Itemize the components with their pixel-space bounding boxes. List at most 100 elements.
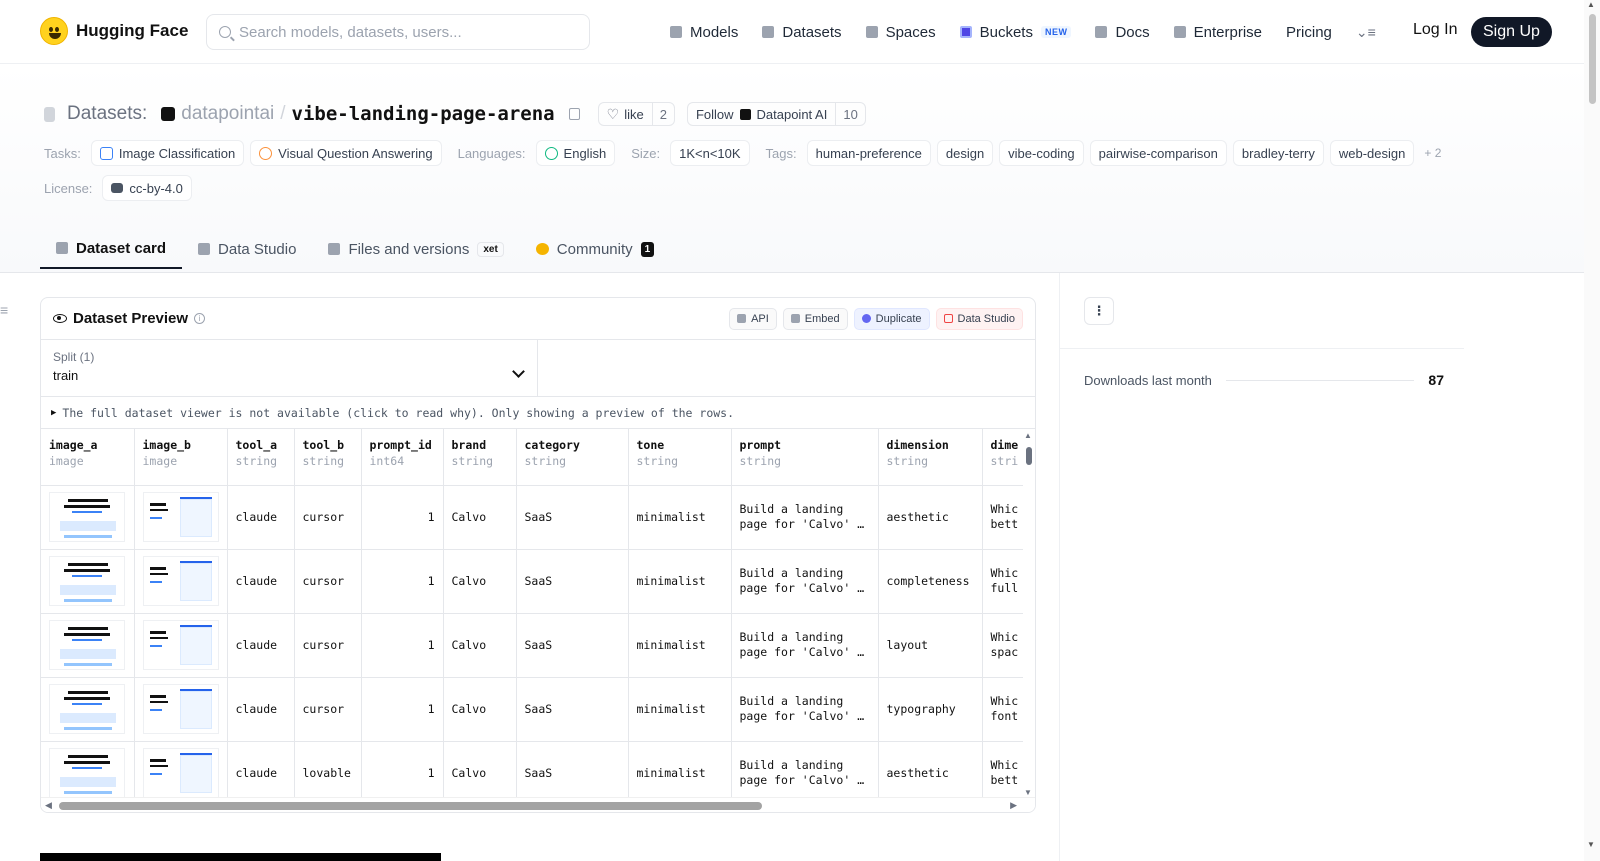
nav-buckets-link[interactable]: Buckets NEW bbox=[959, 20, 1072, 44]
table-row[interactable]: claude cursor 1 Calvo SaaS minimalist Build a … bbox=[41, 485, 1031, 550]
tag-vibe-coding[interactable]: vibe-coding bbox=[999, 140, 1084, 166]
follow-button[interactable]: Follow Datapoint AI 10 bbox=[686, 102, 866, 126]
cell-tone[interactable]: minimalist bbox=[628, 677, 732, 742]
column-header[interactable]: image_a image bbox=[41, 429, 135, 486]
more-options-button[interactable]: ⋮ bbox=[1084, 297, 1114, 325]
nav-pricing-link[interactable]: Pricing bbox=[1286, 20, 1332, 44]
cell-dimension[interactable]: layout bbox=[878, 613, 983, 678]
landing-page-thumbnail[interactable] bbox=[49, 748, 125, 798]
cell-tool-b[interactable]: lovable bbox=[294, 741, 362, 806]
table-horizontal-scrollbar[interactable]: ◀ ▶ bbox=[41, 797, 1035, 812]
cell-tool-a[interactable]: claude bbox=[227, 677, 295, 742]
cell-tool-a[interactable]: claude bbox=[227, 485, 295, 550]
cell-brand[interactable]: Calvo bbox=[443, 677, 517, 742]
column-header[interactable]: dimension string bbox=[878, 429, 983, 486]
cell-tool-b[interactable]: cursor bbox=[294, 613, 362, 678]
cell-category[interactable]: SaaS bbox=[516, 677, 629, 742]
cell-brand[interactable]: Calvo bbox=[443, 485, 517, 550]
tag-bradley-terry[interactable]: bradley-terry bbox=[1232, 140, 1324, 166]
api-button[interactable]: API bbox=[729, 307, 777, 330]
cell-brand[interactable]: Calvo bbox=[443, 549, 517, 614]
signup-button[interactable]: Sign Up bbox=[1471, 17, 1552, 47]
cell-prompt-id[interactable]: 1 bbox=[361, 677, 444, 742]
image-cell[interactable] bbox=[41, 677, 135, 742]
cell-brand[interactable]: Calvo bbox=[443, 613, 517, 678]
cell-tool-b[interactable]: cursor bbox=[294, 485, 362, 550]
info-icon[interactable]: i bbox=[194, 313, 206, 324]
image-cell[interactable] bbox=[41, 741, 135, 806]
like-count[interactable]: 2 bbox=[653, 107, 674, 122]
data-studio-button[interactable]: Data Studio bbox=[935, 307, 1023, 330]
search-input[interactable] bbox=[239, 23, 569, 41]
license-tag[interactable]: cc-by-4.0 bbox=[102, 175, 192, 201]
preview-table-container[interactable]: image_a image image_b image tool_a string tool… bbox=[41, 429, 1035, 812]
embed-button[interactable]: Embed bbox=[782, 307, 848, 330]
tab-community[interactable]: Community 1 bbox=[520, 229, 670, 269]
cell-dimension[interactable]: completeness bbox=[878, 549, 983, 614]
column-header[interactable]: tone string bbox=[628, 429, 732, 486]
cell-prompt[interactable]: Build a landing page for 'Calvo' … bbox=[731, 677, 879, 742]
nav-models-link[interactable]: Models bbox=[670, 20, 738, 44]
size-tag[interactable]: 1K<n<10K bbox=[670, 140, 750, 166]
repo-name-link[interactable]: vibe-landing-page-arena bbox=[292, 103, 555, 125]
follower-count[interactable]: 10 bbox=[836, 107, 864, 122]
cell-category[interactable]: SaaS bbox=[516, 485, 629, 550]
cell-tool-b[interactable]: cursor bbox=[294, 677, 362, 742]
landing-page-thumbnail[interactable] bbox=[49, 620, 125, 670]
column-header[interactable]: prompt string bbox=[731, 429, 879, 486]
image-cell[interactable] bbox=[134, 741, 228, 806]
column-header[interactable]: prompt_id int64 bbox=[361, 429, 444, 486]
nav-docs-link[interactable]: Docs bbox=[1095, 20, 1150, 44]
search-box[interactable] bbox=[206, 14, 590, 50]
landing-page-thumbnail[interactable] bbox=[142, 492, 219, 542]
table-row[interactable]: claude cursor 1 Calvo SaaS minimalist Build a … bbox=[41, 549, 1031, 614]
table-vertical-scrollbar[interactable]: ▲ ▼ bbox=[1023, 429, 1035, 797]
column-header[interactable]: tool_a string bbox=[227, 429, 295, 486]
image-cell[interactable] bbox=[41, 485, 135, 550]
tab-dataset-card[interactable]: Dataset card bbox=[40, 229, 183, 269]
cell-dimension[interactable]: aesthetic bbox=[878, 741, 983, 806]
cell-prompt[interactable]: Build a landing page for 'Calvo' … bbox=[731, 549, 879, 614]
duplicate-button[interactable]: Duplicate bbox=[853, 307, 930, 330]
image-cell[interactable] bbox=[41, 613, 135, 678]
column-header[interactable]: tool_b string bbox=[294, 429, 362, 486]
image-cell[interactable] bbox=[134, 677, 228, 742]
cell-prompt[interactable]: Build a landing page for 'Calvo' … bbox=[731, 485, 879, 550]
cell-prompt[interactable]: Build a landing page for 'Calvo' … bbox=[731, 741, 879, 806]
task-tag-image-classification[interactable]: Image Classification bbox=[90, 140, 245, 166]
cell-prompt-id[interactable]: 1 bbox=[361, 549, 444, 614]
nav-spaces-link[interactable]: Spaces bbox=[865, 20, 936, 44]
image-cell[interactable] bbox=[134, 613, 228, 678]
nav-enterprise-link[interactable]: Enterprise bbox=[1173, 20, 1262, 44]
image-cell[interactable] bbox=[41, 549, 135, 614]
cell-category[interactable]: SaaS bbox=[516, 741, 629, 806]
landing-page-thumbnail[interactable] bbox=[142, 684, 219, 734]
sidebar-toggle-icon[interactable]: ≡ bbox=[0, 302, 8, 318]
tag-pairwise-comparison[interactable]: pairwise-comparison bbox=[1089, 140, 1227, 166]
tag-web-design[interactable]: web-design bbox=[1329, 140, 1415, 166]
task-tag-vqa[interactable]: Visual Question Answering bbox=[250, 140, 442, 166]
column-header[interactable]: image_b image bbox=[134, 429, 228, 486]
brand-logo-link[interactable]: Hugging Face bbox=[40, 17, 188, 45]
cell-dimension[interactable]: typography bbox=[878, 677, 983, 742]
page-scrollbar[interactable]: ▲ ▼ bbox=[1584, 0, 1600, 861]
cell-prompt-id[interactable]: 1 bbox=[361, 741, 444, 806]
org-link[interactable]: datapointai bbox=[181, 103, 274, 125]
more-tags-link[interactable]: + 2 bbox=[1424, 146, 1441, 160]
tag-design[interactable]: design bbox=[936, 140, 994, 166]
cell-tool-b[interactable]: cursor bbox=[294, 549, 362, 614]
nav-datasets-link[interactable]: Datasets bbox=[762, 20, 842, 44]
cell-category[interactable]: SaaS bbox=[516, 549, 629, 614]
cell-category[interactable]: SaaS bbox=[516, 613, 629, 678]
landing-page-thumbnail[interactable] bbox=[49, 492, 125, 542]
cell-brand[interactable]: Calvo bbox=[443, 741, 517, 806]
copy-icon[interactable] bbox=[568, 108, 580, 120]
table-row[interactable]: claude cursor 1 Calvo SaaS minimalist Build a … bbox=[41, 613, 1031, 678]
landing-page-thumbnail[interactable] bbox=[49, 684, 125, 734]
cell-tone[interactable]: minimalist bbox=[628, 549, 732, 614]
column-header[interactable]: brand string bbox=[443, 429, 517, 486]
cell-tone[interactable]: minimalist bbox=[628, 741, 732, 806]
column-header[interactable]: category string bbox=[516, 429, 629, 486]
image-cell[interactable] bbox=[134, 549, 228, 614]
table-row[interactable]: claude lovable 1 Calvo SaaS minimalist Build a… bbox=[41, 741, 1031, 806]
